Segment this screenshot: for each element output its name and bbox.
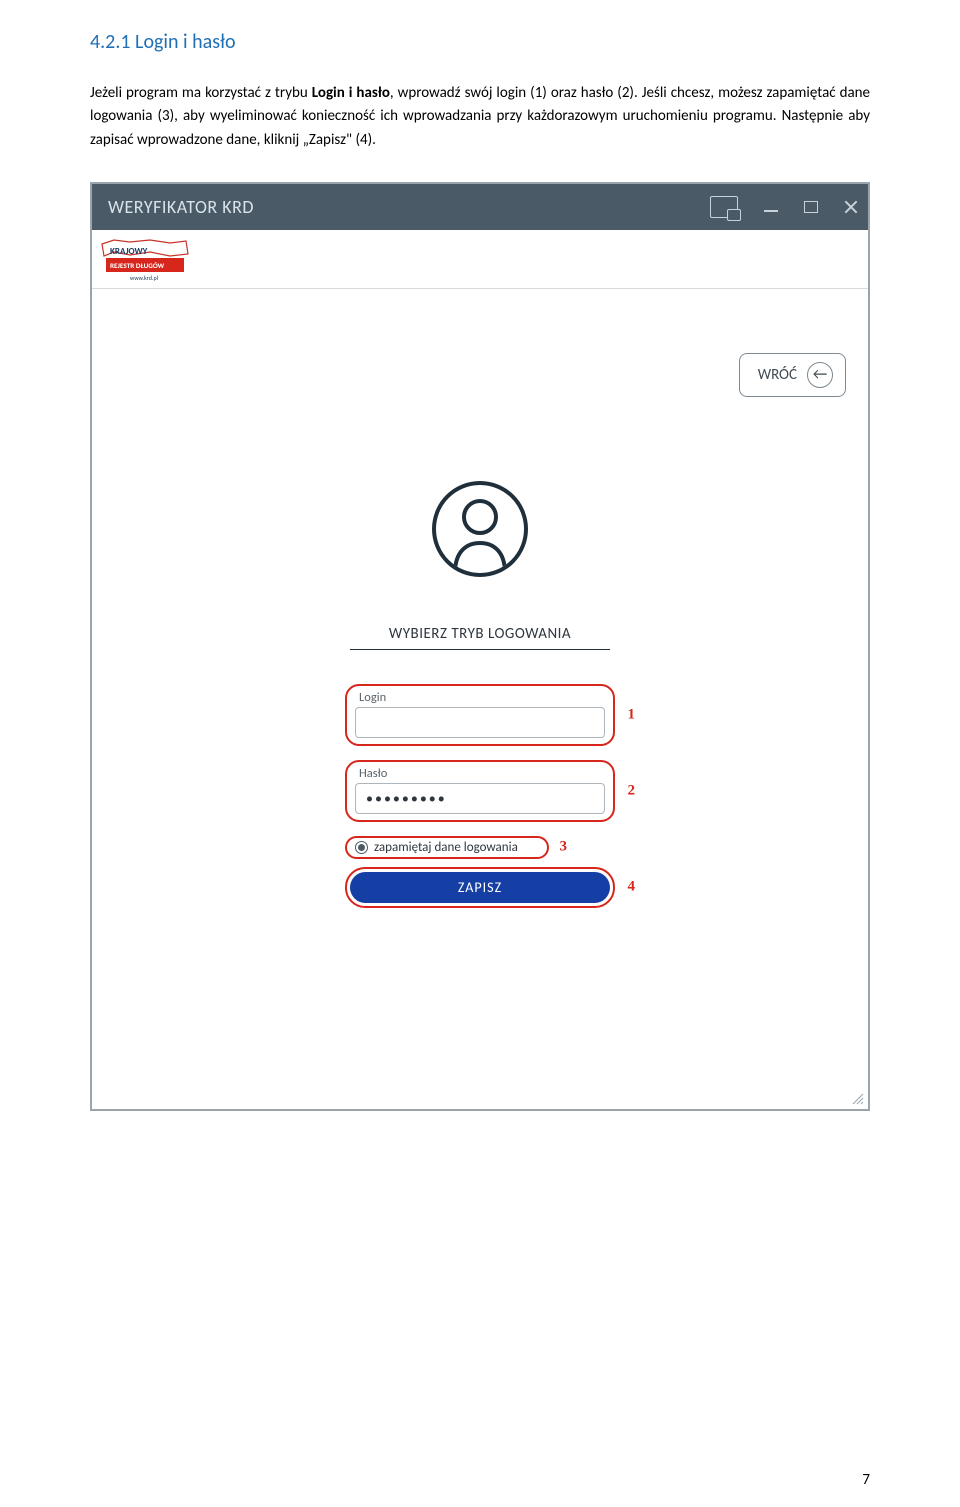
remember-credentials-toggle[interactable]: zapamiętaj dane logowania 3 xyxy=(345,836,549,859)
svg-text:KRAJOWY: KRAJOWY xyxy=(110,246,148,257)
section-heading: 4.2.1 Login i hasło xyxy=(90,30,870,54)
back-button[interactable]: WRÓĆ xyxy=(739,353,846,397)
login-field-group: Login 1 xyxy=(345,684,615,746)
page-number: 7 xyxy=(862,1471,870,1489)
close-icon[interactable] xyxy=(844,200,858,214)
window-titlebar: WERYFIKATOR KRD xyxy=(92,184,868,230)
paragraph-bold: Login i hasło xyxy=(312,84,390,102)
login-input[interactable] xyxy=(355,707,605,738)
annotation-4: 4 xyxy=(628,879,636,896)
paragraph-pre: Jeżeli program ma korzystać z trybu xyxy=(90,84,312,102)
login-form: WYBIERZ TRYB LOGOWANIA Login 1 Hasło •••… xyxy=(110,481,850,908)
window-title: WERYFIKATOR KRD xyxy=(108,196,254,218)
svg-text:www.krd.pl: www.krd.pl xyxy=(130,274,158,282)
svg-text:REJESTR DŁUGÓW: REJESTR DŁUGÓW xyxy=(110,261,165,270)
annotation-3: 3 xyxy=(560,839,568,856)
login-label: Login xyxy=(359,690,605,705)
mode-select-label: WYBIERZ TRYB LOGOWANIA xyxy=(389,625,571,643)
logo-bar: KRAJOWY REJESTR DŁUGÓW www.krd.pl xyxy=(92,230,868,289)
back-button-label: WRÓĆ xyxy=(758,366,797,384)
settings-panel-icon[interactable] xyxy=(710,196,738,218)
save-button[interactable]: ZAPISZ xyxy=(350,872,610,903)
maximize-icon[interactable] xyxy=(804,201,818,213)
user-avatar-icon xyxy=(432,481,528,577)
password-field-group: Hasło ••••••••• 2 xyxy=(345,760,615,822)
mode-select-underline[interactable] xyxy=(350,649,610,650)
password-input[interactable]: ••••••••• xyxy=(355,783,605,814)
krd-logo: KRAJOWY REJESTR DŁUGÓW www.krd.pl xyxy=(100,236,192,284)
remember-label: zapamiętaj dane logowania xyxy=(374,840,518,855)
save-button-group: ZAPISZ 4 xyxy=(345,867,615,908)
radio-icon xyxy=(355,841,368,854)
annotation-2: 2 xyxy=(628,782,636,799)
back-arrow-icon xyxy=(807,362,833,388)
instruction-paragraph: Jeżeli program ma korzystać z trybu Logi… xyxy=(90,82,870,152)
content-area: WRÓĆ WYBIERZ TRYB LOGOWANIA Login 1 Hasł… xyxy=(92,289,868,1109)
app-window-screenshot: WERYFIKATOR KRD KRAJOWY REJESTR DŁUGÓW w… xyxy=(90,182,870,1111)
password-label: Hasło xyxy=(359,766,605,781)
resize-handle-icon[interactable] xyxy=(850,1091,864,1105)
minimize-icon[interactable] xyxy=(764,202,778,212)
annotation-1: 1 xyxy=(628,706,636,723)
